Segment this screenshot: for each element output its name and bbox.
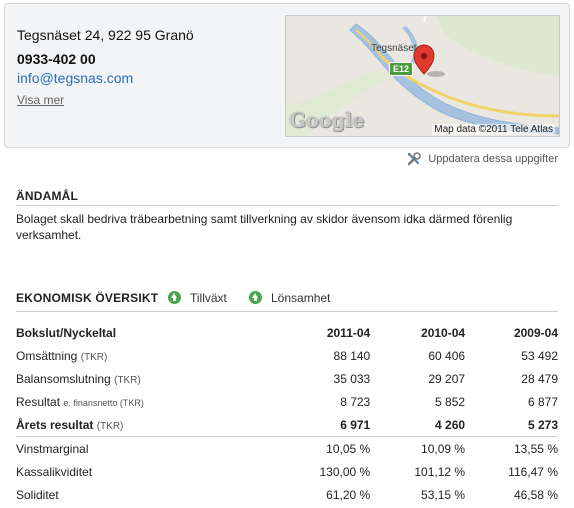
cell-value: 101,12 % [414, 464, 466, 479]
row-label: Omsättning (TKR) [16, 348, 108, 363]
row-label: Balansomslutning (TKR) [16, 371, 141, 386]
table-row: Balansomslutning (TKR) 35 033 29 207 28 … [16, 367, 558, 390]
row-label: Soliditet [16, 487, 59, 502]
legend-profitability-label: Lönsamhet [271, 291, 331, 305]
purpose-heading: ÄNDAMÅL [16, 189, 79, 203]
legend-growth-label: Tillväxt [190, 291, 227, 305]
location-map[interactable]: Tegsnäset E12 Google Map data ©2011 Tele… [285, 15, 560, 137]
table-row: Soliditet 61,20 % 53,15 % 46,58 % [16, 483, 558, 506]
cell-value: 46,58 % [513, 487, 558, 502]
legend-profitability[interactable]: Lönsamhet [249, 291, 330, 305]
legend-growth[interactable]: Tillväxt [168, 291, 227, 305]
cell-value: 5 852 [435, 394, 466, 409]
table-header-row: Bokslut/Nyckeltal 2011-04 2010-04 2009-0… [16, 321, 558, 344]
row-label: Årets resultat (TKR) [16, 417, 124, 432]
row-label: Vinstmarginal [16, 441, 89, 456]
cell-value: 116,47 % [508, 464, 558, 479]
arrow-up-icon [168, 291, 181, 304]
map-road-sign: E12 [389, 62, 414, 76]
cell-value: 10,05 % [326, 441, 371, 456]
table-row: Årets resultat (TKR) 6 971 4 260 5 273 [16, 413, 558, 437]
cell-value: 8 723 [340, 394, 371, 409]
row-label: Kassalikviditet [16, 464, 93, 479]
cell-value: 53 492 [521, 348, 558, 363]
purpose-text: Bolaget skall bedriva träbearbetning sam… [16, 212, 513, 242]
map-marker-shadow [427, 71, 445, 77]
cell-value: 6 877 [527, 394, 558, 409]
update-info-label: Uppdatera dessa uppgifter [428, 152, 558, 165]
map-provider-logo: Google [289, 108, 365, 132]
cell-value: 35 033 [333, 371, 371, 386]
tools-icon [408, 152, 422, 166]
cell-value: 4 260 [435, 417, 466, 432]
financial-table: Bokslut/Nyckeltal 2011-04 2010-04 2009-0… [16, 321, 558, 506]
column-header: 2011-04 [326, 325, 371, 340]
company-info-card: Tegsnäset 24, 922 95 Granö 0933-402 00 i… [4, 3, 570, 148]
show-more-link[interactable]: Visa mer [17, 93, 64, 107]
cell-value: 29 207 [428, 371, 466, 386]
table-row: Resultat e. finansnetto (TKR) 8 723 5 85… [16, 390, 558, 413]
map-place-label: Tegsnäset [371, 43, 417, 54]
row-label: Resultat e. finansnetto (TKR) [16, 394, 144, 409]
company-phone: 0933-402 00 [17, 51, 96, 67]
column-header: 2010-04 [421, 325, 466, 340]
overview-heading: EKONOMISK ÖVERSIKT [16, 291, 159, 305]
overview-divider [16, 311, 558, 312]
company-email-link[interactable]: info@tegsnas.com [17, 70, 133, 86]
cell-value: 130,00 % [319, 464, 371, 479]
cell-value: 13,55 % [513, 441, 558, 456]
table-row: Vinstmarginal 10,05 % 10,09 % 13,55 % [16, 437, 558, 460]
cell-value: 5 273 [527, 417, 558, 432]
purpose-divider [16, 205, 558, 206]
table-row: Kassalikviditet 130,00 % 101,12 % 116,47… [16, 460, 558, 483]
map-credit: Map data ©2011 Tele Atlas [432, 124, 555, 135]
cell-value: 61,20 % [326, 487, 371, 502]
cell-value: 53,15 % [421, 487, 466, 502]
cell-value: 28 479 [521, 371, 558, 386]
column-header: Bokslut/Nyckeltal [16, 325, 117, 340]
column-header: 2009-04 [513, 325, 558, 340]
cell-value: 60 406 [428, 348, 466, 363]
arrow-up-icon [249, 291, 262, 304]
cell-value: 88 140 [333, 348, 371, 363]
table-row: Omsättning (TKR) 88 140 60 406 53 492 [16, 344, 558, 367]
update-info-link[interactable]: Uppdatera dessa uppgifter [407, 152, 558, 166]
company-address: Tegsnäset 24, 922 95 Granö [17, 27, 194, 43]
cell-value: 6 971 [340, 417, 371, 432]
cell-value: 10,09 % [421, 441, 466, 456]
